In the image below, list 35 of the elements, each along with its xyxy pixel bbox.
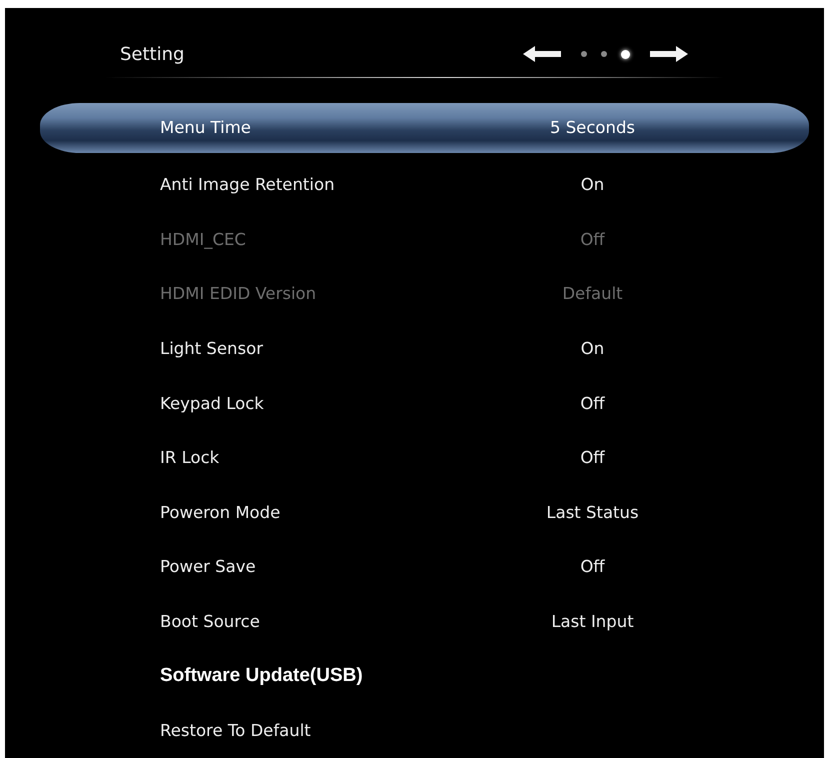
setting-label: Restore To Default bbox=[160, 721, 312, 740]
setting-value: Off bbox=[579, 557, 606, 576]
menu-row[interactable]: Keypad Lock Off bbox=[5, 376, 824, 430]
selected-menu-row[interactable]: Menu Time 5 Seconds bbox=[40, 102, 809, 153]
menu-title: Setting bbox=[120, 44, 184, 65]
setting-value: Off bbox=[579, 394, 606, 413]
menu-row[interactable]: Software Update(USB) bbox=[5, 648, 824, 704]
right-arrow-icon[interactable] bbox=[650, 46, 688, 62]
setting-label: IR Lock bbox=[160, 448, 220, 468]
setting-label: Keypad Lock bbox=[160, 394, 265, 413]
setting-value: Last Input bbox=[550, 612, 635, 632]
setting-label: HDMI_CEC bbox=[160, 230, 247, 249]
setting-label: Menu Time bbox=[160, 118, 252, 138]
setting-label: Anti Image Retention bbox=[160, 175, 336, 194]
menu-row[interactable]: Light Sensor On bbox=[5, 321, 824, 376]
setting-value: 5 Seconds bbox=[548, 118, 636, 138]
setting-value: Last Status bbox=[545, 502, 640, 522]
menu-row[interactable]: Boot Source Last Input bbox=[5, 594, 824, 649]
setting-value: Off bbox=[579, 448, 606, 468]
setting-label: HDMI EDID Version bbox=[160, 284, 318, 304]
setting-label: Poweron Mode bbox=[160, 502, 282, 522]
setting-label: Light Sensor bbox=[160, 339, 264, 358]
left-arrow-icon[interactable] bbox=[523, 46, 561, 62]
setting-value: Off bbox=[579, 230, 606, 249]
menu-row[interactable]: Power Save Off bbox=[5, 540, 824, 594]
setting-label: Software Update(USB) bbox=[160, 665, 364, 688]
setting-label: Boot Source bbox=[160, 612, 261, 632]
setting-value: On bbox=[580, 339, 606, 358]
setting-value: Default bbox=[561, 284, 624, 304]
menu-row[interactable]: Restore To Default bbox=[5, 703, 824, 758]
menu-row[interactable]: IR Lock Off bbox=[5, 430, 824, 486]
setting-label: Power Save bbox=[160, 557, 257, 576]
menu-row[interactable]: Poweron Mode Last Status bbox=[5, 485, 824, 540]
menu-row[interactable]: Anti Image Retention On bbox=[5, 157, 824, 212]
setting-value: On bbox=[580, 175, 606, 194]
